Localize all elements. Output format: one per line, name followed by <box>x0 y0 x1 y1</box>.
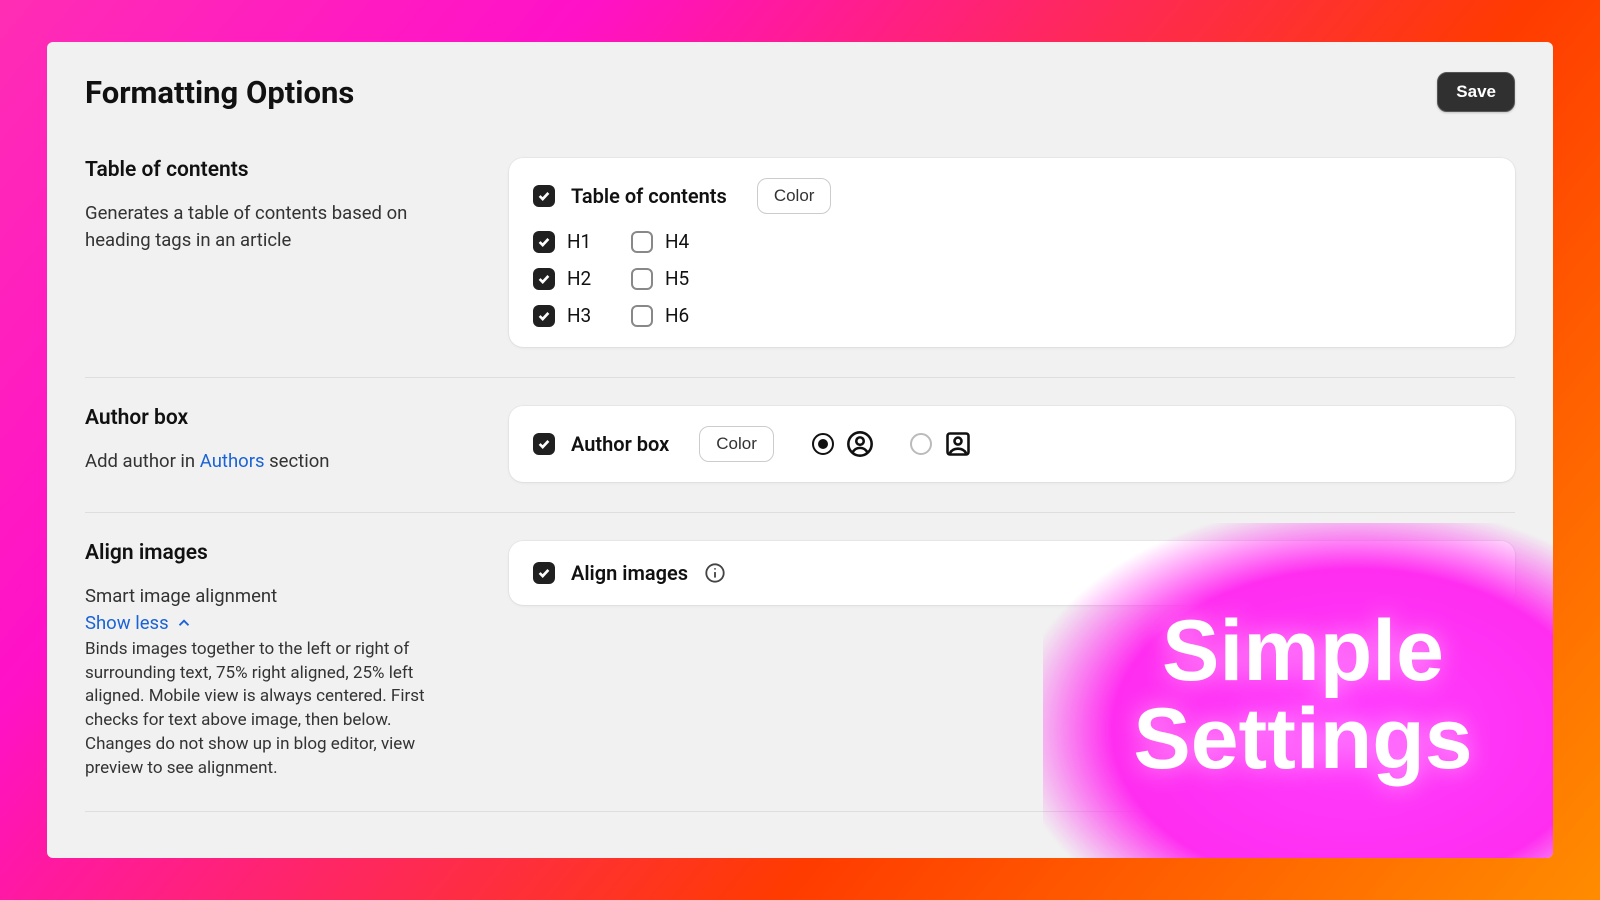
check-icon <box>537 235 551 249</box>
check-icon <box>537 189 551 203</box>
align-title: Align images <box>85 541 465 565</box>
author-checkbox[interactable] <box>533 433 555 455</box>
author-color-button[interactable]: Color <box>699 426 774 462</box>
user-square-icon <box>944 430 972 458</box>
h5-checkbox[interactable] <box>631 268 653 290</box>
align-left: Align images Smart image alignment Show … <box>85 541 465 781</box>
h4-label: H4 <box>665 230 689 253</box>
page-title: Formatting Options <box>85 74 354 111</box>
panel-header: Formatting Options Save <box>85 72 1515 112</box>
author-checkbox-label: Author box <box>571 432 669 456</box>
show-less-link[interactable]: Show less <box>85 612 193 634</box>
check-icon <box>537 309 551 323</box>
authors-link[interactable]: Authors <box>200 450 265 472</box>
check-icon <box>537 437 551 451</box>
h6-label: H6 <box>665 304 689 327</box>
h2-label: H2 <box>567 267 591 290</box>
section-author: Author box Add author in Authors section… <box>85 406 1515 513</box>
h3-label: H3 <box>567 304 591 327</box>
align-detail: Binds images together to the left or rig… <box>85 638 455 781</box>
info-icon[interactable] <box>704 562 726 584</box>
author-desc-pre: Add author in <box>85 450 200 472</box>
chevron-up-icon <box>175 614 193 632</box>
author-left: Author box Add author in Authors section <box>85 406 465 482</box>
check-icon <box>537 566 551 580</box>
toc-title: Table of contents <box>85 158 465 182</box>
toc-color-button[interactable]: Color <box>757 178 832 214</box>
author-desc: Add author in Authors section <box>85 448 465 475</box>
author-desc-post: section <box>265 450 330 472</box>
section-toc: Table of contents Generates a table of c… <box>85 158 1515 378</box>
h6-checkbox[interactable] <box>631 305 653 327</box>
align-checkbox-label: Align images <box>571 561 688 585</box>
settings-panel: Formatting Options Save Table of content… <box>47 42 1553 858</box>
align-checkbox[interactable] <box>533 562 555 584</box>
h2-checkbox[interactable] <box>533 268 555 290</box>
show-less-label: Show less <box>85 612 169 634</box>
h3-checkbox[interactable] <box>533 305 555 327</box>
overlay-line2: Settings <box>1133 696 1472 784</box>
promo-overlay: Simple Settings <box>1043 523 1553 858</box>
author-style-radio-1[interactable] <box>812 433 834 455</box>
h1-checkbox[interactable] <box>533 231 555 253</box>
heading-grid: H1 H4 H2 H5 H3 H6 <box>533 230 1491 327</box>
user-circle-icon <box>846 430 874 458</box>
author-card: Author box Color <box>509 406 1515 482</box>
toc-desc: Generates a table of contents based on h… <box>85 200 465 254</box>
author-title: Author box <box>85 406 465 430</box>
align-sub: Smart image alignment <box>85 583 465 610</box>
author-style-radio-2[interactable] <box>910 433 932 455</box>
h5-label: H5 <box>665 267 689 290</box>
toc-checkbox-label: Table of contents <box>571 184 727 208</box>
h1-label: H1 <box>567 230 591 253</box>
save-button[interactable]: Save <box>1437 72 1515 112</box>
overlay-line1: Simple <box>1162 608 1444 696</box>
toc-left: Table of contents Generates a table of c… <box>85 158 465 347</box>
check-icon <box>537 272 551 286</box>
toc-checkbox[interactable] <box>533 185 555 207</box>
h4-checkbox[interactable] <box>631 231 653 253</box>
toc-card: Table of contents Color H1 H4 H2 H5 H3 H… <box>509 158 1515 347</box>
